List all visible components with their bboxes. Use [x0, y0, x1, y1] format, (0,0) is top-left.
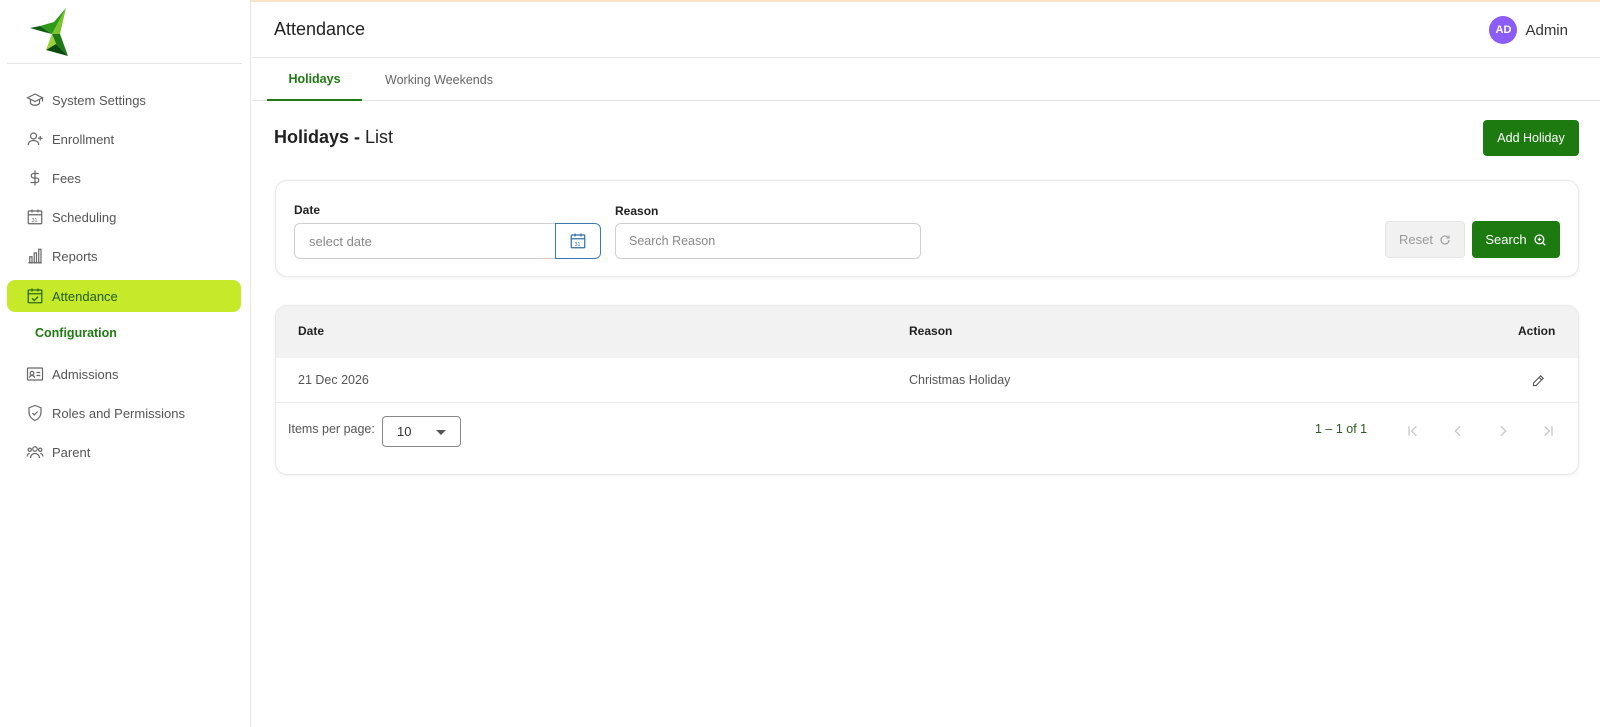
reset-button[interactable]: Reset — [1385, 221, 1465, 258]
sidebar-item-label: Fees — [52, 170, 81, 186]
users-icon — [26, 443, 44, 461]
sidebar-item-fees[interactable]: Fees — [7, 162, 241, 194]
table-row: 21 Dec 2026 Christmas Holiday — [276, 358, 1578, 403]
section-title-bold: Holidays - — [274, 127, 361, 147]
sidebar-item-label: Roles and Permissions — [52, 405, 185, 421]
top-header: Attendance AD Admin — [252, 2, 1600, 58]
zoom-in-icon — [1533, 233, 1547, 247]
page-title: Attendance — [274, 19, 366, 39]
cell-reason: Christmas Holiday — [909, 373, 1011, 387]
sidebar: System Settings Enrollment Fees 31 Sched… — [0, 0, 251, 727]
calendar-31-icon: 31 — [26, 208, 44, 226]
sidebar-item-parent[interactable]: Parent — [7, 436, 241, 468]
section-title-rest: List — [360, 127, 394, 147]
caret-down-icon — [436, 430, 446, 435]
column-header-action: Action — [1518, 324, 1556, 338]
column-header-date: Date — [298, 324, 325, 338]
sidebar-item-label: Parent — [52, 444, 91, 460]
next-page-icon[interactable] — [1492, 420, 1514, 442]
items-per-page-value: 10 — [397, 424, 412, 439]
sidebar-item-label: Attendance — [52, 288, 118, 304]
refresh-icon — [1439, 234, 1451, 246]
date-input[interactable] — [294, 223, 555, 259]
search-label: Search — [1485, 232, 1527, 247]
svg-text:31: 31 — [575, 242, 581, 248]
calendar-31-icon: 31 — [569, 232, 587, 250]
sidebar-item-reports[interactable]: Reports — [7, 240, 241, 272]
add-holiday-button[interactable]: Add Holiday — [1483, 120, 1579, 156]
sidebar-item-label: Enrollment — [52, 131, 115, 147]
sidebar-item-admissions[interactable]: Admissions — [7, 358, 241, 390]
pagination-range: 1 – 1 of 1 — [1315, 422, 1368, 436]
sidebar-item-label: Scheduling — [52, 209, 117, 225]
edit-pencil-icon[interactable] — [1528, 370, 1548, 390]
sidebar-item-attendance[interactable]: Attendance — [7, 280, 241, 312]
previous-page-icon[interactable] — [1447, 420, 1469, 442]
dollar-icon — [26, 169, 44, 187]
sidebar-divider — [7, 63, 242, 64]
user-plus-icon — [26, 130, 44, 148]
svg-text:31: 31 — [32, 218, 38, 224]
tab-working-weekends[interactable]: Working Weekends — [374, 58, 504, 101]
sidebar-item-label: System Settings — [52, 92, 146, 108]
bar-chart-icon — [26, 247, 44, 265]
search-button[interactable]: Search — [1472, 221, 1560, 258]
user-name[interactable]: Admin — [1525, 22, 1568, 39]
holidays-table-card: Date Reason Action 21 Dec 2026 Christmas… — [275, 305, 1579, 475]
filter-card: Date 31 Reason Reset Search — [275, 180, 1579, 277]
tab-holidays[interactable]: Holidays — [267, 58, 362, 101]
avatar[interactable]: AD — [1489, 16, 1518, 44]
first-page-icon[interactable] — [1402, 420, 1424, 442]
column-header-reason: Reason — [909, 324, 953, 338]
cell-date: 21 Dec 2026 — [298, 373, 369, 387]
sidebar-item-scheduling[interactable]: 31 Scheduling — [7, 201, 241, 233]
hummingbird-logo[interactable] — [30, 8, 74, 60]
sidebar-subitem-configuration[interactable]: Configuration — [35, 326, 117, 340]
sidebar-item-enrollment[interactable]: Enrollment — [7, 123, 241, 155]
sidebar-item-system-settings[interactable]: System Settings — [7, 84, 241, 116]
sidebar-item-label: Reports — [52, 248, 98, 264]
reason-label: Reason — [615, 204, 659, 218]
reset-label: Reset — [1399, 232, 1433, 247]
graduation-cap-icon — [26, 91, 44, 109]
sidebar-item-label: Admissions — [52, 366, 119, 382]
last-page-icon[interactable] — [1537, 420, 1559, 442]
calendar-button[interactable]: 31 — [555, 223, 601, 259]
shield-check-icon — [26, 404, 44, 422]
sidebar-item-roles-and-permissions[interactable]: Roles and Permissions — [7, 397, 241, 429]
table-header: Date Reason Action — [276, 306, 1578, 358]
date-label: Date — [294, 203, 321, 217]
calendar-check-icon — [26, 287, 44, 305]
items-per-page-label: Items per page: — [288, 422, 375, 436]
tab-bar: Holidays Working Weekends — [252, 58, 1600, 101]
items-per-page-select[interactable]: 10 — [382, 416, 461, 447]
section-title: Holidays - List — [274, 127, 393, 148]
id-card-icon — [26, 365, 44, 383]
reason-search-input[interactable] — [615, 223, 921, 259]
user-menu[interactable]: AD Admin — [1489, 16, 1568, 44]
